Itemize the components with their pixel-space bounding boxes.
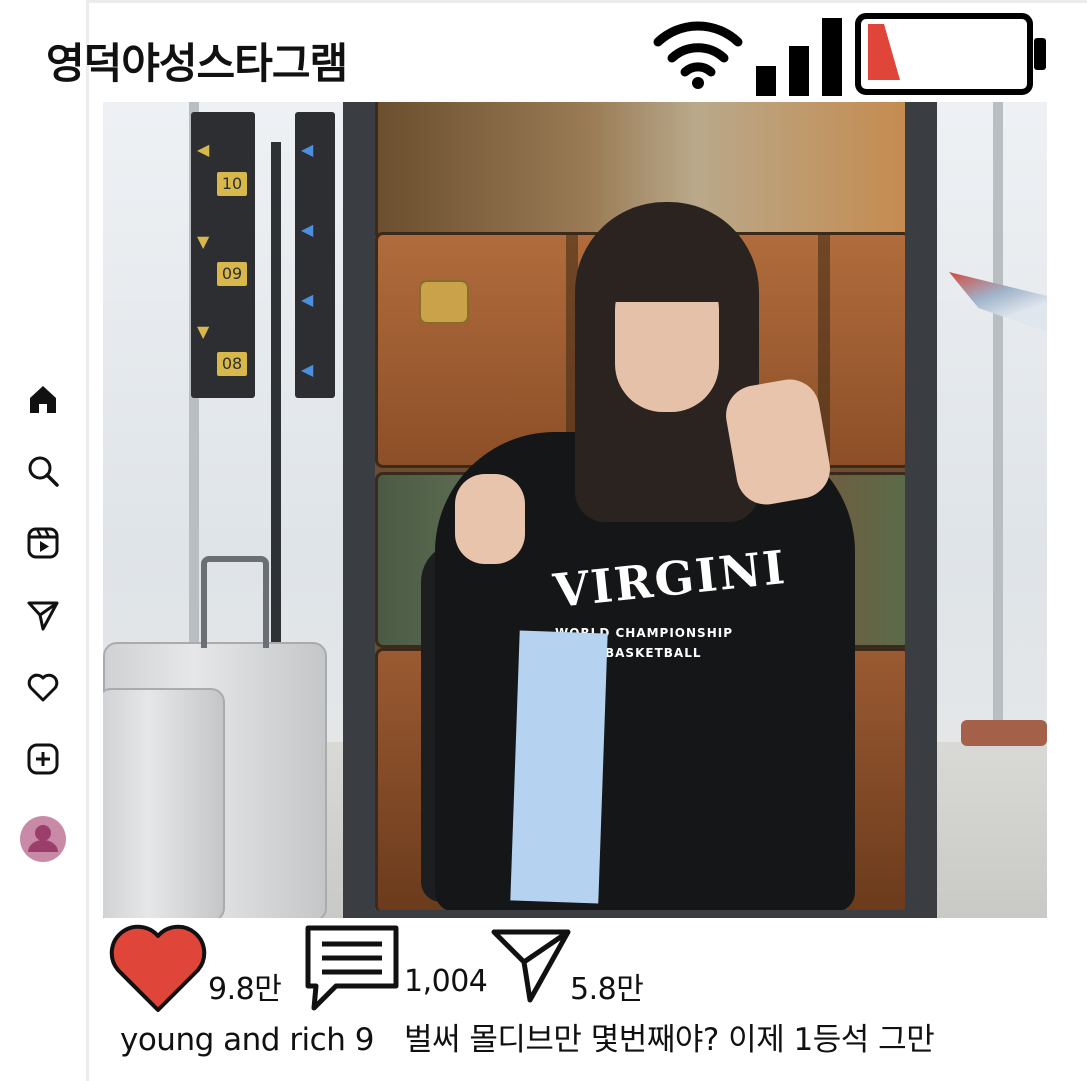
suitcase-latch [419,280,469,324]
battery-low-icon [855,13,1046,95]
post-caption: young and rich 9 벌써 몰디브만 몇번째야? 이제 1등석 그만 [120,1014,935,1059]
profile-avatar-icon [20,816,66,862]
signal-bars-icon [756,18,842,96]
sidebar-item-messages[interactable] [20,592,66,638]
gate-number: 10 [217,172,247,196]
bench [961,720,1047,746]
app-title: 영덕야성스타그램 [46,39,348,88]
top-divider [88,0,1087,3]
sidebar-item-notifications[interactable] [20,664,66,710]
home-icon [30,386,56,413]
share-count: 5.8만 [570,972,644,1007]
gate-sign: ◀ 10 ▼ 09 ▼ 08 [191,112,255,398]
caption-text: 벌써 몰디브만 몇번째야? 이제 1등석 그만 [403,1022,935,1058]
gate-number: 09 [217,262,247,286]
suitcase-handle [201,556,269,648]
like-heart-icon[interactable] [108,922,208,1014]
suitcase [103,688,225,918]
sidebar-item-create[interactable] [20,736,66,782]
blue-folder [510,630,608,904]
share-icon[interactable] [490,926,574,1006]
send-icon [27,601,59,631]
gate-sign: ◀ ◀ ◀ ◀ [295,112,335,398]
reels-icon [27,527,59,559]
sidebar-item-search[interactable] [20,448,66,494]
sidebar-item-home[interactable] [20,376,66,422]
comment-icon[interactable] [302,922,402,1012]
sidebar-item-profile[interactable] [20,816,66,862]
add-icon [27,743,59,775]
framed-scene: VIRGINI WORLD CHAMPIONSHIP BASKETBALL [375,102,905,910]
wifi-icon [653,21,743,89]
post-actions: 9.8만 1,004 5.8만 [108,920,1068,1016]
left-divider [86,0,89,1081]
holding-hand [455,474,525,564]
heart-icon [27,673,59,702]
sidebar-item-reels[interactable] [20,520,66,566]
like-count: 9.8만 [208,972,282,1007]
search-icon [28,456,59,487]
gate-number: 08 [217,352,247,376]
caption-username[interactable]: young and rich 9 [120,1022,374,1058]
post-image[interactable]: ◀ 10 ▼ 09 ▼ 08 ◀ ◀ ◀ ◀ VIRGINI WORLD CHA… [103,102,1047,918]
photo-frame: VIRGINI WORLD CHAMPIONSHIP BASKETBALL [343,102,937,918]
comment-count: 1,004 [404,964,488,999]
